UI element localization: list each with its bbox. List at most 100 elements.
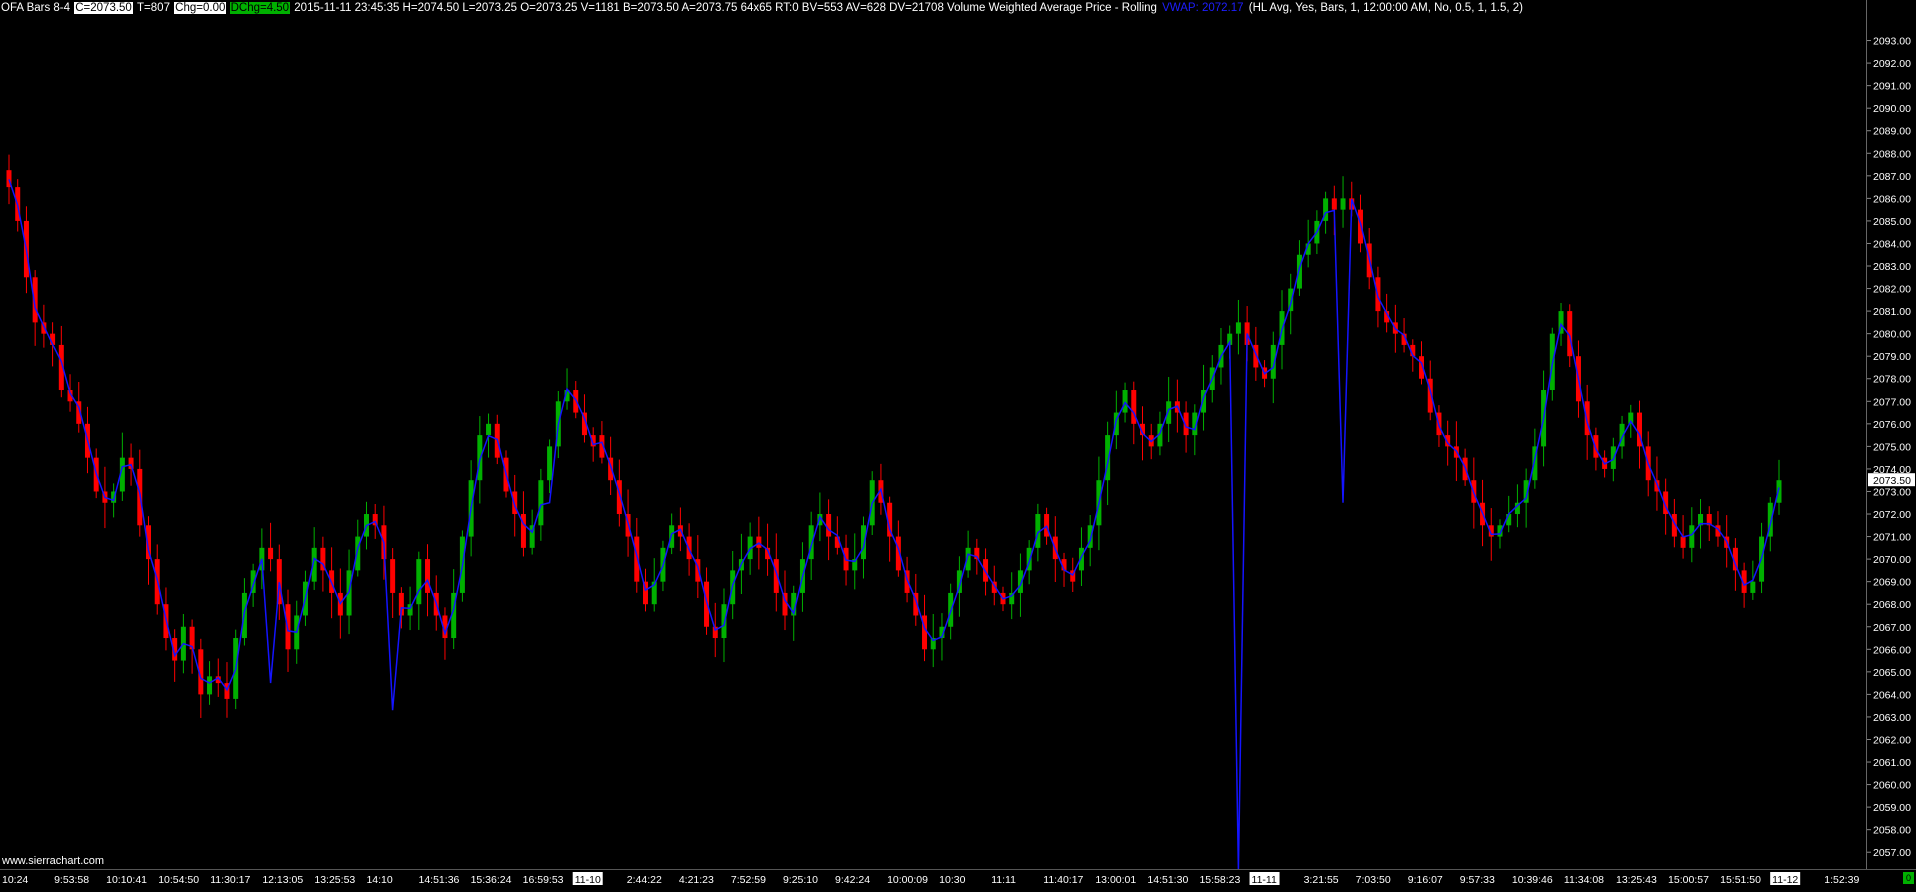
x-tick-label: 9:53:58 <box>54 874 89 886</box>
x-tick-label: 10:10:41 <box>106 874 147 886</box>
y-tick-label: 2067.00 <box>1873 622 1911 634</box>
x-tick-label: 11:40:17 <box>1043 874 1083 886</box>
y-tick-label: 2072.00 <box>1873 509 1911 521</box>
x-tick-label: 15:51:50 <box>1720 874 1761 886</box>
x-tick-label: 10:24 <box>2 874 28 886</box>
y-tick-label: 2077.00 <box>1873 396 1911 408</box>
vwap-params: (HL Avg, Yes, Bars, 1, 12:00:00 AM, No, … <box>1248 2 1523 14</box>
close-value: C=2073.50 <box>74 2 133 14</box>
y-tick-label: 2092.00 <box>1873 58 1911 70</box>
y-tick-label: 2093.00 <box>1873 36 1911 48</box>
candle-up <box>416 559 422 605</box>
y-tick-label: 2064.00 <box>1873 689 1911 701</box>
y-tick-label: 2083.00 <box>1873 261 1911 273</box>
y-tick-label: 2088.00 <box>1873 148 1911 160</box>
x-tick-label: 15:58:23 <box>1199 874 1240 886</box>
x-tick-label: 9:57:33 <box>1460 874 1495 886</box>
x-tick-label: 9:16:07 <box>1408 874 1443 886</box>
y-tick-label: 2091.00 <box>1873 81 1911 93</box>
x-tick-label: 10:54:50 <box>158 874 199 886</box>
y-tick-label: 2081.00 <box>1873 306 1911 318</box>
candle-up <box>486 423 492 436</box>
y-tick-label: 2071.00 <box>1873 532 1911 544</box>
candle-down <box>1357 209 1363 244</box>
x-tick-label: 7:52:59 <box>731 874 766 886</box>
x-tick-label: 11:34:08 <box>1564 874 1604 886</box>
vwap-series-line <box>8 179 1780 871</box>
candle-down <box>268 547 274 560</box>
x-tick-label: 1:52:39 <box>1824 874 1859 886</box>
x-tick-label: 11-11 <box>1252 874 1277 886</box>
y-tick-label: 2061.00 <box>1873 757 1911 769</box>
time-axis[interactable]: 10:24 9:53:58 10:10:41 10:54:50 11:30:17 12:1… <box>0 869 1916 887</box>
x-tick-label: 4:21:23 <box>679 874 714 886</box>
y-tick-label: 2057.00 <box>1873 847 1911 859</box>
y-tick-label: 2059.00 <box>1873 802 1911 814</box>
x-tick-label: 13:00:01 <box>1095 874 1136 886</box>
x-tick-label: 14:10 <box>366 874 392 886</box>
x-tick-label: 15:00:57 <box>1668 874 1709 886</box>
y-tick-label: 2060.00 <box>1873 780 1911 792</box>
x-tick-label: 14:51:36 <box>419 874 460 886</box>
x-tick-label: 16:59:53 <box>523 874 564 886</box>
chart-title: OFA Bars 8-4 <box>1 2 71 14</box>
candle-up <box>547 446 553 481</box>
x-tick-label: 7:03:50 <box>1356 874 1391 886</box>
chart-header: OFA Bars 8-4 C=2073.50 T=807 Chg=0.00 DC… <box>0 0 1524 16</box>
x-tick-label: 12:13:05 <box>262 874 303 886</box>
candle-down <box>128 457 134 469</box>
x-tick-label: 13:25:53 <box>314 874 355 886</box>
x-tick-label: 14:51:30 <box>1147 874 1188 886</box>
x-tick-label: 3:21:55 <box>1304 874 1339 886</box>
y-tick-label: 2078.00 <box>1873 374 1911 386</box>
price-axis[interactable]: 2057.00 2058.00 2059.00 2060.00 2061.00 2062.… <box>1866 0 1916 886</box>
candle-down <box>425 559 431 593</box>
y-tick-label: 2070.00 <box>1873 554 1911 566</box>
x-tick-label: 11:30:17 <box>210 874 250 886</box>
candle-up <box>1776 480 1782 503</box>
x-tick-label: 10:00:09 <box>887 874 928 886</box>
candle-down <box>704 581 710 627</box>
candle-up <box>721 604 727 639</box>
watermark: www.sierrachart.com <box>2 855 105 867</box>
candle-down <box>390 559 396 593</box>
candle-up <box>538 480 544 526</box>
candlesticks <box>6 154 1782 718</box>
x-tick-label: 11-10 <box>575 874 601 886</box>
candle-up <box>1122 390 1128 413</box>
x-tick-label: 10:30 <box>939 874 965 886</box>
candle-up <box>1750 581 1756 593</box>
candle-up <box>1340 198 1346 210</box>
candle-down <box>634 536 640 582</box>
candle-down <box>1593 435 1599 458</box>
x-tick-label: 15:36:24 <box>471 874 512 886</box>
y-tick-label: 2063.00 <box>1873 712 1911 724</box>
y-tick-label: 2089.00 <box>1873 126 1911 138</box>
vwap-line <box>8 179 1780 871</box>
chart-area[interactable]: OFA Bars 8-4 C=2073.50 T=807 Chg=0.00 DC… <box>0 0 1916 887</box>
y-tick-label: 2087.00 <box>1873 171 1911 183</box>
price-chart[interactable] <box>0 0 1916 886</box>
x-tick-label: 9:42:24 <box>835 874 870 886</box>
y-tick-label: 2068.00 <box>1873 599 1911 611</box>
y-tick-label: 2085.00 <box>1873 216 1911 228</box>
y-tick-label: 2075.00 <box>1873 441 1911 453</box>
y-tick-label: 2079.00 <box>1873 351 1911 363</box>
y-tick-label: 2090.00 <box>1873 103 1911 115</box>
candle-up <box>207 676 213 695</box>
current-price-label: 2073.50 <box>1873 475 1911 487</box>
change-value: Chg=0.00 <box>174 2 227 14</box>
y-tick-label: 2073.00 <box>1873 486 1911 498</box>
corner-badge[interactable]: 0 <box>1903 872 1914 884</box>
x-tick-label: 2:44:22 <box>627 874 662 886</box>
candle-down <box>1680 536 1686 548</box>
x-tick-label: 9:25:10 <box>783 874 818 886</box>
x-tick-label: 11:11 <box>991 874 1016 886</box>
candle-down <box>1331 198 1337 210</box>
y-tick-label: 2065.00 <box>1873 667 1911 679</box>
y-tick-label: 2082.00 <box>1873 284 1911 296</box>
x-tick-label: 13:25:43 <box>1616 874 1657 886</box>
x-tick-label: 11-12 <box>1772 874 1798 886</box>
y-tick-label: 2084.00 <box>1873 238 1911 250</box>
y-tick-label: 2058.00 <box>1873 825 1911 837</box>
